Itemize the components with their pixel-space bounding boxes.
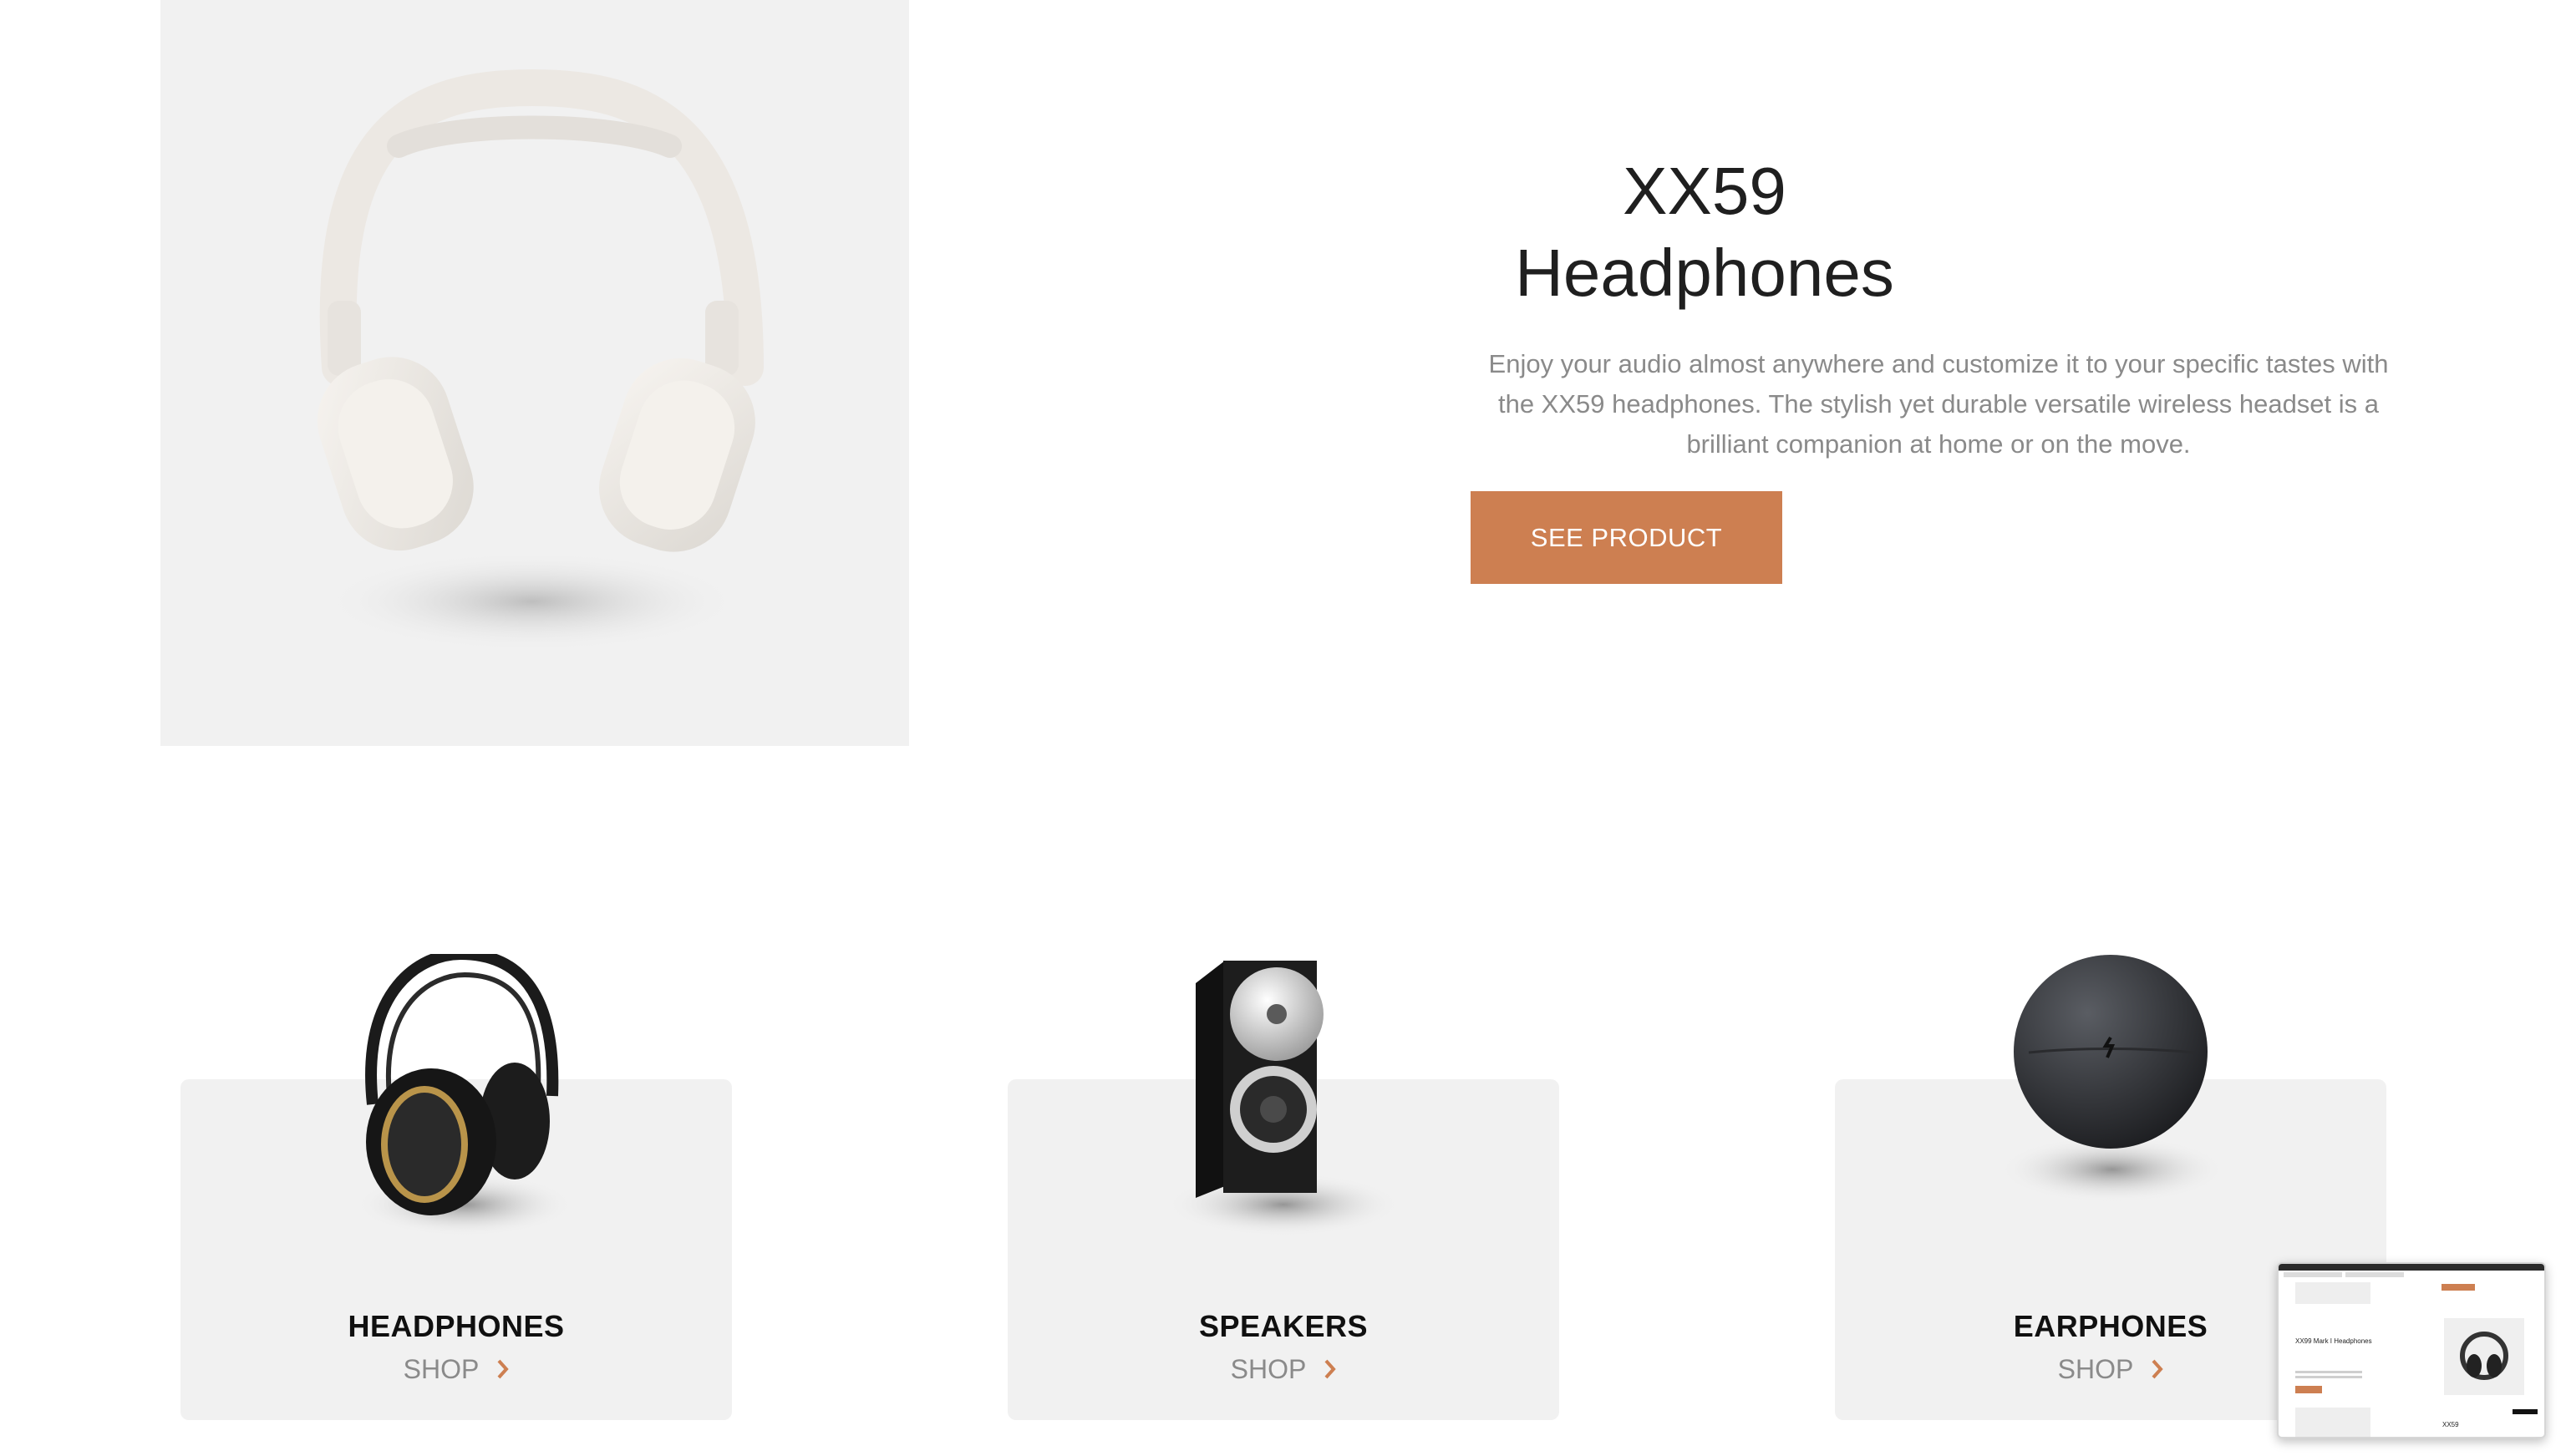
shop-link-speakers[interactable]: SHOP <box>1008 1351 1559 1388</box>
preview-footer-label: XX59 <box>2442 1421 2459 1428</box>
hero-description: Enjoy your audio almost anywhere and cus… <box>1488 349 2389 459</box>
earphones-case-image <box>1999 955 2225 1203</box>
shop-link-headphones[interactable]: SHOP <box>180 1351 732 1388</box>
white-headphones-image <box>317 68 764 652</box>
shop-label: SHOP <box>403 1353 480 1384</box>
see-product-button[interactable]: SEE PRODUCT <box>1471 491 1782 584</box>
screenshot-preview-thumbnail[interactable]: XX99 Mark I Headphones XX59 <box>2277 1262 2546 1438</box>
hero-product-image <box>160 0 909 746</box>
chevron-right-icon <box>1324 1359 1337 1379</box>
hero-title-line2: Headphones <box>1515 236 1894 310</box>
category-card-speakers[interactable]: SPEAKERS SHOP <box>1008 961 1559 1420</box>
chevron-right-icon <box>497 1359 510 1379</box>
category-card-headphones[interactable]: HEADPHONES SHOP <box>180 954 732 1420</box>
shop-label: SHOP <box>1230 1353 1307 1384</box>
chevron-right-icon <box>2152 1359 2164 1379</box>
hero-title-line1: XX59 <box>1623 154 1786 228</box>
black-headphones-image <box>356 954 573 1236</box>
page-preview-graphic <box>2279 1264 2544 1437</box>
hero-title: XX59 Headphones <box>1471 150 1938 314</box>
preview-title: XX99 Mark I Headphones <box>2295 1337 2372 1345</box>
category-name: SPEAKERS <box>1198 1309 1369 1343</box>
category-name: HEADPHONES <box>348 1309 565 1343</box>
speaker-image <box>1166 961 1400 1236</box>
shop-label: SHOP <box>2057 1353 2134 1384</box>
